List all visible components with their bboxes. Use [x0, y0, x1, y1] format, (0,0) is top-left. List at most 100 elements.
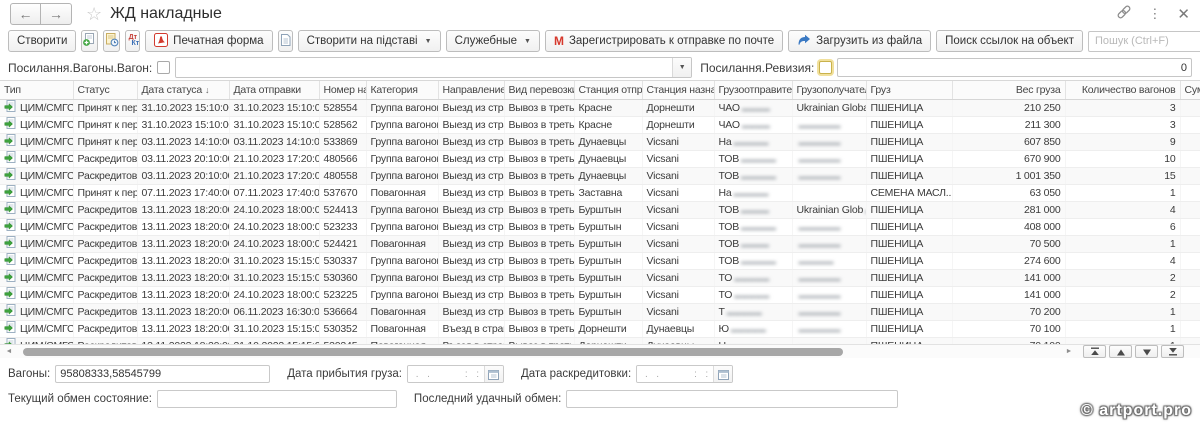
cell-weight: 70 500	[952, 235, 1065, 252]
back-button[interactable]: ←	[10, 3, 41, 25]
combo-dropdown-button[interactable]: ▼	[672, 58, 691, 77]
column-header-2[interactable]: Дата статуса↓	[137, 81, 229, 99]
cell-send-date: 31.10.2023 15:10:00	[229, 99, 319, 116]
column-header-7[interactable]: Вид перевозки	[504, 81, 574, 99]
table-row[interactable]: ЦИМ/СМГСРаскредитован13.11.2023 18:20:00…	[0, 252, 1200, 269]
table-row[interactable]: ЦИМ/СМГСРаскредитован13.11.2023 18:20:00…	[0, 218, 1200, 235]
last-exchange-input[interactable]	[566, 390, 898, 408]
wagons-input[interactable]	[55, 365, 270, 383]
row-up-button[interactable]	[1109, 345, 1132, 358]
cell-sum	[1180, 150, 1200, 167]
cell-shipper: На▬▬▬▬▬	[714, 184, 792, 201]
change-history-button[interactable]	[103, 30, 120, 52]
column-header-13[interactable]: Вес груза	[952, 81, 1065, 99]
cell-status-date: 13.11.2023 18:20:00	[137, 252, 229, 269]
uncredit-date-input[interactable]	[637, 366, 713, 382]
service-menu-button[interactable]: Служебные▼	[446, 30, 540, 52]
favorite-star-icon[interactable]: ☆	[86, 4, 102, 25]
table-row[interactable]: ЦИМ/СМГСПринят к перев...03.11.2023 14:1…	[0, 133, 1200, 150]
column-header-11[interactable]: Грузополучатель	[792, 81, 866, 99]
column-header-1[interactable]: Статус	[73, 81, 137, 99]
column-header-9[interactable]: Станция назнач...	[642, 81, 714, 99]
row-down-button[interactable]	[1135, 345, 1158, 358]
table-row[interactable]: ЦИМ/СМГСПринят к перев...31.10.2023 15:1…	[0, 99, 1200, 116]
cell-number: 523233	[319, 218, 366, 235]
cell-wagon-count: 1	[1065, 235, 1180, 252]
page-title: ЖД накладные	[110, 5, 222, 23]
table-row[interactable]: ЦИМ/СМГСРаскредитован13.11.2023 18:20:00…	[0, 286, 1200, 303]
cell-station-to: Vicsani	[642, 252, 714, 269]
register-mail-button[interactable]: M Зарегистрировать к отправке по почте	[545, 30, 783, 52]
wagon-filter-checkbox[interactable]	[157, 61, 170, 74]
copy-document-button[interactable]	[81, 30, 98, 52]
cell-send-date: 31.10.2023 15:15:00	[229, 320, 319, 337]
chevron-down-icon: ▼	[524, 38, 531, 45]
table-row[interactable]: ЦИМ/СМГСРаскредитован13.11.2023 18:20:00…	[0, 201, 1200, 218]
scroll-left-icon[interactable]: ◄	[3, 348, 15, 355]
revision-filter-input[interactable]	[837, 58, 1192, 77]
dtkt-postings-button[interactable]: ДтКт	[125, 30, 140, 52]
column-header-10[interactable]: Грузоотправите...	[714, 81, 792, 99]
column-header-0[interactable]: Тип	[0, 81, 73, 99]
column-header-3[interactable]: Дата отправки	[229, 81, 319, 99]
cell-consignee: ▬▬▬▬▬	[792, 252, 866, 269]
wagon-filter-input[interactable]	[176, 58, 672, 77]
table-row[interactable]: ЦИМ/СМГСРаскредитован13.11.2023 18:20:00…	[0, 269, 1200, 286]
table-row[interactable]: ЦИМ/СМГСРаскредитован13.11.2023 18:20:00…	[0, 337, 1200, 344]
posted-document-icon	[4, 253, 17, 269]
kebab-menu-icon[interactable]: ⋮	[1148, 6, 1161, 22]
cell-wagon-count: 3	[1065, 99, 1180, 116]
table-row[interactable]: ЦИМ/СМГСРаскредитован13.11.2023 18:20:00…	[0, 235, 1200, 252]
cell-transport-kind: Вывоз в третьи ...	[504, 133, 574, 150]
go-last-row-button[interactable]	[1161, 345, 1184, 358]
column-header-14[interactable]: Количество вагонов	[1065, 81, 1180, 99]
table-row[interactable]: ЦИМ/СМГСРаскредитован03.11.2023 20:10:00…	[0, 167, 1200, 184]
cell-status: Раскредитован	[73, 303, 137, 320]
create-based-on-button[interactable]: Створити на підставі▼	[298, 30, 441, 52]
link-icon[interactable]	[1116, 4, 1132, 25]
column-header-8[interactable]: Станция отправ...	[574, 81, 642, 99]
load-from-file-button[interactable]: Загрузить из файла	[788, 30, 931, 52]
column-header-4[interactable]: Номер накл...	[319, 81, 366, 99]
table-row[interactable]: ЦИМ/СМГСПринят к перев...31.10.2023 15:1…	[0, 116, 1200, 133]
table-row[interactable]: ЦИМ/СМГСРаскредитован13.11.2023 18:20:00…	[0, 320, 1200, 337]
calendar-icon[interactable]	[713, 366, 732, 382]
search-links-button[interactable]: Поиск ссылок на объект	[936, 30, 1083, 52]
scroll-right-icon[interactable]: ►	[1063, 348, 1075, 355]
document-button[interactable]	[278, 30, 293, 52]
column-header-6[interactable]: Направление	[438, 81, 504, 99]
column-header-5[interactable]: Категория	[366, 81, 438, 99]
cell-sum	[1180, 201, 1200, 218]
go-first-row-button[interactable]	[1083, 345, 1106, 358]
cell-category: Повагонная	[366, 303, 438, 320]
cell-number: 480566	[319, 150, 366, 167]
close-icon[interactable]: ✕	[1177, 5, 1190, 23]
gmail-icon: M	[554, 35, 564, 47]
cell-status-date: 13.11.2023 18:20:00	[137, 235, 229, 252]
current-exchange-input[interactable]	[157, 390, 397, 408]
column-header-12[interactable]: Груз	[866, 81, 952, 99]
cell-send-date: 31.10.2023 15:15:00	[229, 252, 319, 269]
cell-category: Группа вагонов	[366, 201, 438, 218]
table-row[interactable]: ЦИМ/СМГСРаскредитован03.11.2023 20:10:00…	[0, 150, 1200, 167]
cell-cargo: ПШЕНИЦА	[866, 303, 952, 320]
posted-document-icon	[4, 321, 17, 337]
scrollbar-track[interactable]	[15, 347, 1063, 357]
cell-weight: 141 000	[952, 269, 1065, 286]
cell-direction: Выезд из страны	[438, 167, 504, 184]
revision-filter-checkbox[interactable]	[819, 61, 832, 74]
cell-shipper: ТОВ▬▬▬▬▬	[714, 150, 792, 167]
print-form-button[interactable]: Печатная форма	[145, 30, 272, 52]
table-row[interactable]: ЦИМ/СМГСПринят к перев...07.11.2023 17:4…	[0, 184, 1200, 201]
create-button[interactable]: Створити	[8, 30, 76, 52]
cell-weight: 607 850	[952, 133, 1065, 150]
table-row[interactable]: ЦИМ/СМГСРаскредитован13.11.2023 18:20:00…	[0, 303, 1200, 320]
column-header-15[interactable]: Сумм...	[1180, 81, 1200, 99]
arrival-date-input[interactable]	[408, 366, 484, 382]
search-input[interactable]	[1088, 31, 1200, 52]
cell-station-from: Дорнешти	[574, 320, 642, 337]
forward-button[interactable]: →	[41, 3, 72, 25]
cell-transport-kind: Вывоз в третьи ...	[504, 252, 574, 269]
scrollbar-thumb[interactable]	[23, 348, 843, 356]
calendar-icon[interactable]	[484, 366, 503, 382]
